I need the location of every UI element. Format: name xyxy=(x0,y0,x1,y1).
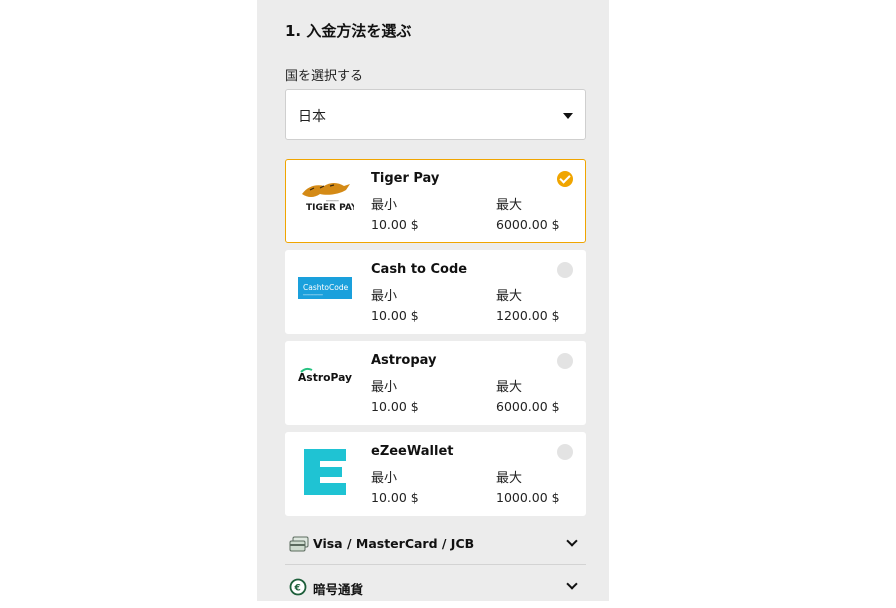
accordion-crypto[interactable]: € 暗号通貨 xyxy=(285,566,586,608)
country-select-value: 日本 xyxy=(298,109,326,125)
max-label: 最大 xyxy=(496,198,523,213)
payment-option-astropay[interactable]: AstroPay Astropay 最小 最大 10.00 $ 6000.00 … xyxy=(285,341,586,425)
svg-text:━━━━━━━: ━━━━━━━ xyxy=(325,199,339,203)
svg-text:TIGER PAY: TIGER PAY xyxy=(306,203,354,213)
min-label: 最小 xyxy=(371,471,398,486)
min-label: 最小 xyxy=(371,198,398,213)
accordion-visa-mastercard-jcb[interactable]: Visa / MasterCard / JCB xyxy=(285,523,586,565)
cash-to-code-logo: CashtoCode ━━━━━━━━━━━ xyxy=(298,263,354,315)
max-value: 6000.00 $ xyxy=(496,217,560,232)
svg-text:AstroPay: AstroPay xyxy=(298,371,352,384)
min-label: 最小 xyxy=(371,380,398,395)
credit-card-icon xyxy=(289,535,309,553)
payment-option-ezeewallet[interactable]: eZeeWallet 最小 最大 10.00 $ 1000.00 $ xyxy=(285,432,586,516)
deposit-panel: 1. 入金方法を選ぶ 国を選択する 日本 TIGER PAY ━━━━━━━ T… xyxy=(257,0,609,601)
svg-text:━━━━━━━━━━━: ━━━━━━━━━━━ xyxy=(302,293,323,297)
chevron-down-icon xyxy=(566,578,578,590)
max-value: 1000.00 $ xyxy=(496,490,560,505)
svg-text:€: € xyxy=(294,584,301,594)
country-label: 国を選択する xyxy=(285,69,364,84)
max-label: 最大 xyxy=(496,471,523,486)
min-value: 10.00 $ xyxy=(371,217,419,232)
max-label: 最大 xyxy=(496,289,523,304)
caret-down-icon xyxy=(563,113,573,119)
method-name: Astropay xyxy=(371,353,437,368)
payment-option-cash-to-code[interactable]: CashtoCode ━━━━━━━━━━━ Cash to Code 最小 最… xyxy=(285,250,586,334)
radio-unchecked-icon[interactable] xyxy=(557,353,573,369)
accordion-label: Visa / MasterCard / JCB xyxy=(313,536,475,551)
min-value: 10.00 $ xyxy=(371,490,419,505)
min-value: 10.00 $ xyxy=(371,308,419,323)
radio-checked-icon[interactable] xyxy=(557,171,573,187)
max-value: 6000.00 $ xyxy=(496,399,560,414)
max-value: 1200.00 $ xyxy=(496,308,560,323)
min-value: 10.00 $ xyxy=(371,399,419,414)
section-title: 1. 入金方法を選ぶ xyxy=(285,22,412,40)
astropay-logo: AstroPay xyxy=(298,354,354,406)
svg-text:CashtoCode: CashtoCode xyxy=(303,283,349,292)
method-name: Cash to Code xyxy=(371,262,468,277)
ezeewallet-logo xyxy=(298,445,354,497)
chevron-down-icon xyxy=(566,535,578,547)
method-name: eZeeWallet xyxy=(371,444,454,459)
accordion-label: 暗号通貨 xyxy=(313,582,364,597)
country-select[interactable]: 日本 xyxy=(285,89,586,140)
radio-unchecked-icon[interactable] xyxy=(557,444,573,460)
min-label: 最小 xyxy=(371,289,398,304)
payment-option-tiger-pay[interactable]: TIGER PAY ━━━━━━━ Tiger Pay 最小 最大 10.00 … xyxy=(285,159,586,243)
method-name: Tiger Pay xyxy=(371,171,440,186)
crypto-coin-icon: € xyxy=(289,578,309,596)
tiger-pay-logo: TIGER PAY ━━━━━━━ xyxy=(298,172,358,224)
max-label: 最大 xyxy=(496,380,523,395)
radio-unchecked-icon[interactable] xyxy=(557,262,573,278)
